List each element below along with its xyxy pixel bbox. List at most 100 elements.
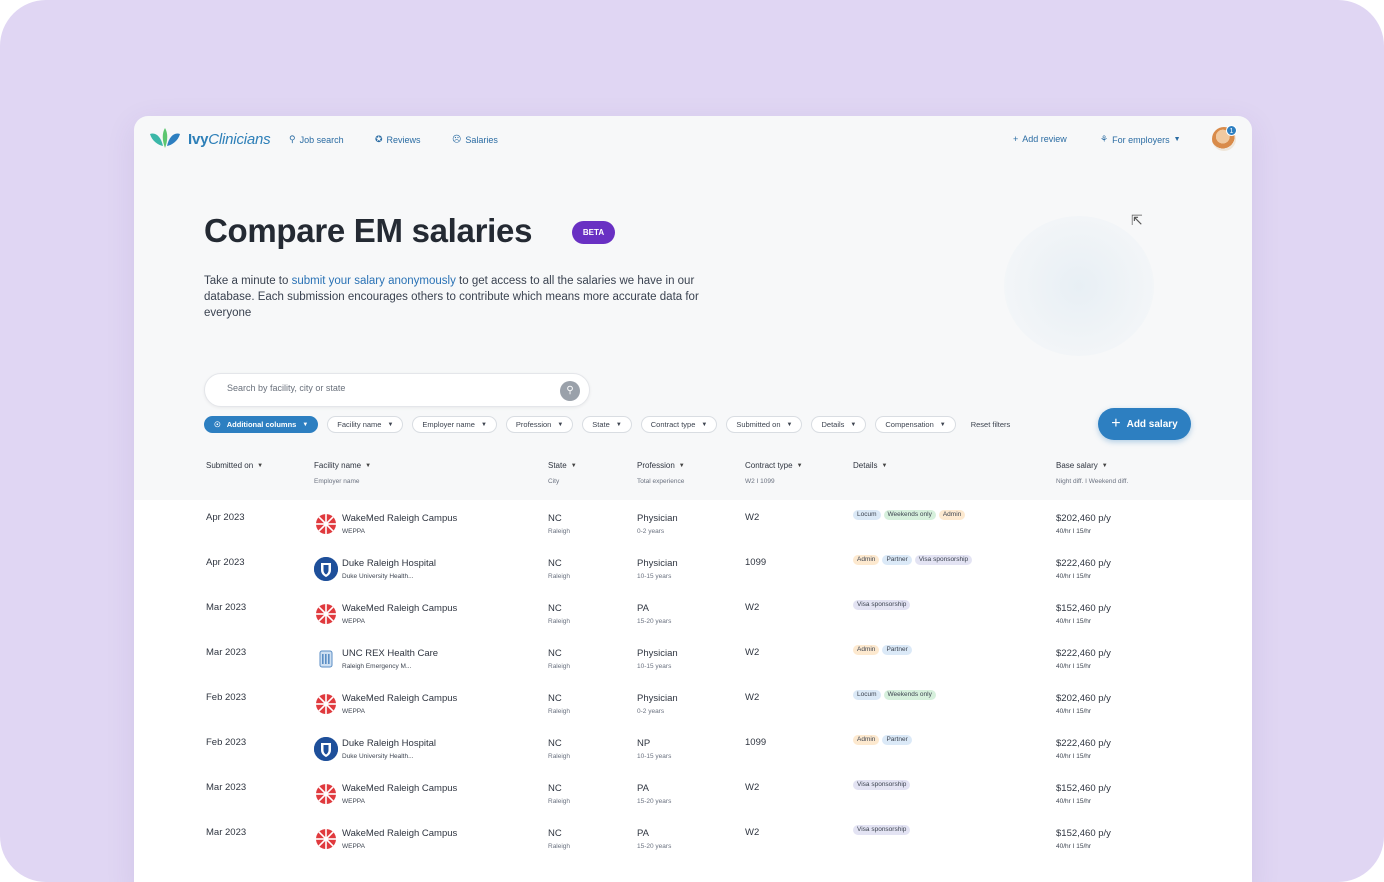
table-row[interactable]: Apr 2023 WakeMed Raleigh Campus WEPPA NC Ral… bbox=[134, 506, 1252, 551]
detail-tag: Locum bbox=[853, 510, 881, 520]
facility-name[interactable]: WakeMed Raleigh Campus bbox=[342, 693, 457, 704]
facility-name[interactable]: WakeMed Raleigh Campus bbox=[342, 513, 457, 524]
contract-type: 1099 bbox=[745, 737, 767, 748]
caret-down-icon: ▼ bbox=[850, 421, 857, 428]
facility-name[interactable]: UNC REX Health Care bbox=[342, 648, 438, 659]
column-header-profession[interactable]: Profession ▼ bbox=[637, 461, 685, 470]
search-icon: ⚲ bbox=[566, 385, 574, 396]
contract-type: W2 bbox=[745, 827, 760, 838]
base-salary: $222,460 p/y bbox=[1056, 738, 1111, 749]
profession: PA bbox=[637, 828, 649, 839]
table-row[interactable]: Feb 2023 Duke Raleigh Hospital Duke Univer… bbox=[134, 731, 1252, 776]
page-title: Compare EM salaries bbox=[204, 212, 533, 249]
facility-name[interactable]: WakeMed Raleigh Campus bbox=[342, 783, 457, 794]
nav-reviews[interactable]: ✪ Reviews bbox=[375, 134, 421, 145]
state: NC bbox=[548, 603, 562, 614]
for-employers-menu[interactable]: ⚘ For employers ▼ bbox=[1100, 134, 1181, 145]
salary-differentials: 40/hr I 15/hr bbox=[1056, 528, 1092, 535]
detail-tags: Locum Weekends only bbox=[853, 690, 936, 700]
caret-down-icon: ▼ bbox=[387, 421, 394, 428]
table-row[interactable]: Mar 2023 WakeMed Raleigh Campus WEPPA NC Ral… bbox=[134, 821, 1252, 866]
profession: NP bbox=[637, 738, 651, 749]
city: Raleigh bbox=[548, 753, 571, 760]
add-review-link[interactable]: + Add review bbox=[1013, 134, 1067, 144]
detail-tags: Visa sponsorship bbox=[853, 600, 911, 610]
column-header-contract-type[interactable]: Contract type ▼ bbox=[745, 461, 803, 470]
base-salary: $152,460 p/y bbox=[1056, 828, 1111, 839]
filter-additional-columns[interactable]: ☉ Additional columns ▼ bbox=[204, 416, 319, 433]
table-row[interactable]: Mar 2023 WakeMed Raleigh Campus WEPPA NC Ral… bbox=[134, 776, 1252, 821]
state: NC bbox=[548, 648, 562, 659]
column-header-state[interactable]: State ▼ bbox=[548, 461, 577, 470]
salary-differentials: 40/hr I 15/hr bbox=[1056, 753, 1092, 760]
brand-logo[interactable]: IvyClinicians bbox=[148, 126, 271, 152]
filter-facility-name[interactable]: Facility name ▼ bbox=[327, 416, 404, 433]
filter-compensation[interactable]: Compensation ▼ bbox=[875, 416, 956, 433]
nav-salaries[interactable]: ☹ Salaries bbox=[452, 134, 498, 145]
profession: Physician bbox=[637, 558, 678, 569]
employer-name: WEPPA bbox=[342, 528, 365, 535]
facility-logo-icon bbox=[314, 557, 338, 581]
detail-tag: Locum bbox=[853, 690, 881, 700]
caret-down-icon: ▼ bbox=[796, 462, 803, 469]
experience: 10-15 years bbox=[637, 573, 672, 580]
city: Raleigh bbox=[548, 843, 571, 850]
table-row[interactable]: Mar 2023 UNC REX Health Care Raleigh Emerg… bbox=[134, 641, 1252, 686]
filter-profession[interactable]: Profession ▼ bbox=[505, 416, 574, 433]
filter-submitted-on[interactable]: Submitted on ▼ bbox=[726, 416, 803, 433]
caret-down-icon: ▼ bbox=[480, 421, 487, 428]
submitted-date: Mar 2023 bbox=[206, 782, 247, 793]
column-header-facility-name[interactable]: Facility name ▼ bbox=[314, 461, 371, 470]
city: Raleigh bbox=[548, 663, 571, 670]
detail-tag: Admin bbox=[853, 645, 880, 655]
add-salary-button[interactable]: + Add salary bbox=[1098, 408, 1191, 440]
facility-name[interactable]: Duke Raleigh Hospital bbox=[342, 558, 436, 569]
state: NC bbox=[548, 738, 562, 749]
table-row[interactable]: Mar 2023 WakeMed Raleigh Campus WEPPA NC Ral… bbox=[134, 596, 1252, 641]
column-header-details[interactable]: Details ▼ bbox=[853, 461, 887, 470]
filter-state[interactable]: State ▼ bbox=[582, 416, 632, 433]
state: NC bbox=[548, 693, 562, 704]
city: Raleigh bbox=[548, 573, 571, 580]
submitted-date: Mar 2023 bbox=[206, 602, 247, 613]
column-header-submitted-on[interactable]: Submitted on ▼ bbox=[206, 461, 263, 470]
detail-tag: Partner bbox=[882, 735, 912, 745]
experience: 15-20 years bbox=[637, 618, 672, 625]
salary-differentials: 40/hr I 15/hr bbox=[1056, 573, 1092, 580]
state: NC bbox=[548, 558, 562, 569]
facility-name[interactable]: Duke Raleigh Hospital bbox=[342, 738, 436, 749]
facility-name[interactable]: WakeMed Raleigh Campus bbox=[342, 828, 457, 839]
plus-icon: + bbox=[1013, 134, 1019, 144]
detail-tag: Weekends only bbox=[883, 690, 936, 700]
filter-employer-name[interactable]: Employer name ▼ bbox=[412, 416, 497, 433]
caret-down-icon: ▼ bbox=[1101, 462, 1108, 469]
submit-salary-link[interactable]: submit your salary anonymously bbox=[292, 275, 456, 287]
star-icon: ✪ bbox=[375, 134, 383, 144]
base-salary: $222,460 p/y bbox=[1056, 648, 1111, 659]
filter-details[interactable]: Details ▼ bbox=[811, 416, 867, 433]
profession: Physician bbox=[637, 693, 678, 704]
app-window: IvyClinicians ⚲ Job search ✪ Reviews ☹ S… bbox=[134, 116, 1252, 882]
salary-differentials: 40/hr I 15/hr bbox=[1056, 843, 1092, 850]
caret-down-icon: ▼ bbox=[881, 462, 888, 469]
table-row[interactable]: Feb 2023 WakeMed Raleigh Campus WEPPA NC Ral… bbox=[134, 686, 1252, 731]
employer-name: WEPPA bbox=[342, 843, 365, 850]
facility-logo-icon bbox=[314, 782, 338, 806]
reset-filters-button[interactable]: Reset filters bbox=[971, 420, 1011, 429]
search-button[interactable]: ⚲ bbox=[560, 381, 580, 401]
detail-tag: Admin bbox=[853, 555, 880, 565]
table-row[interactable]: Apr 2023 Duke Raleigh Hospital Duke Univer… bbox=[134, 551, 1252, 596]
facility-name[interactable]: WakeMed Raleigh Campus bbox=[342, 603, 457, 614]
detail-tag: Partner bbox=[882, 555, 912, 565]
detail-tags: Visa sponsorship bbox=[853, 825, 911, 835]
detail-tag: Visa sponsorship bbox=[853, 825, 911, 835]
city: Raleigh bbox=[548, 708, 571, 715]
column-header-base-salary[interactable]: Base salary ▼ bbox=[1056, 461, 1108, 470]
city: Raleigh bbox=[548, 798, 571, 805]
nav-job-search[interactable]: ⚲ Job search bbox=[289, 134, 344, 145]
column-subheader-city: City bbox=[548, 478, 560, 485]
caret-down-icon: ▼ bbox=[786, 421, 793, 428]
search-input[interactable] bbox=[227, 383, 547, 393]
base-salary: $152,460 p/y bbox=[1056, 783, 1111, 794]
filter-contract-type[interactable]: Contract type ▼ bbox=[640, 416, 718, 433]
